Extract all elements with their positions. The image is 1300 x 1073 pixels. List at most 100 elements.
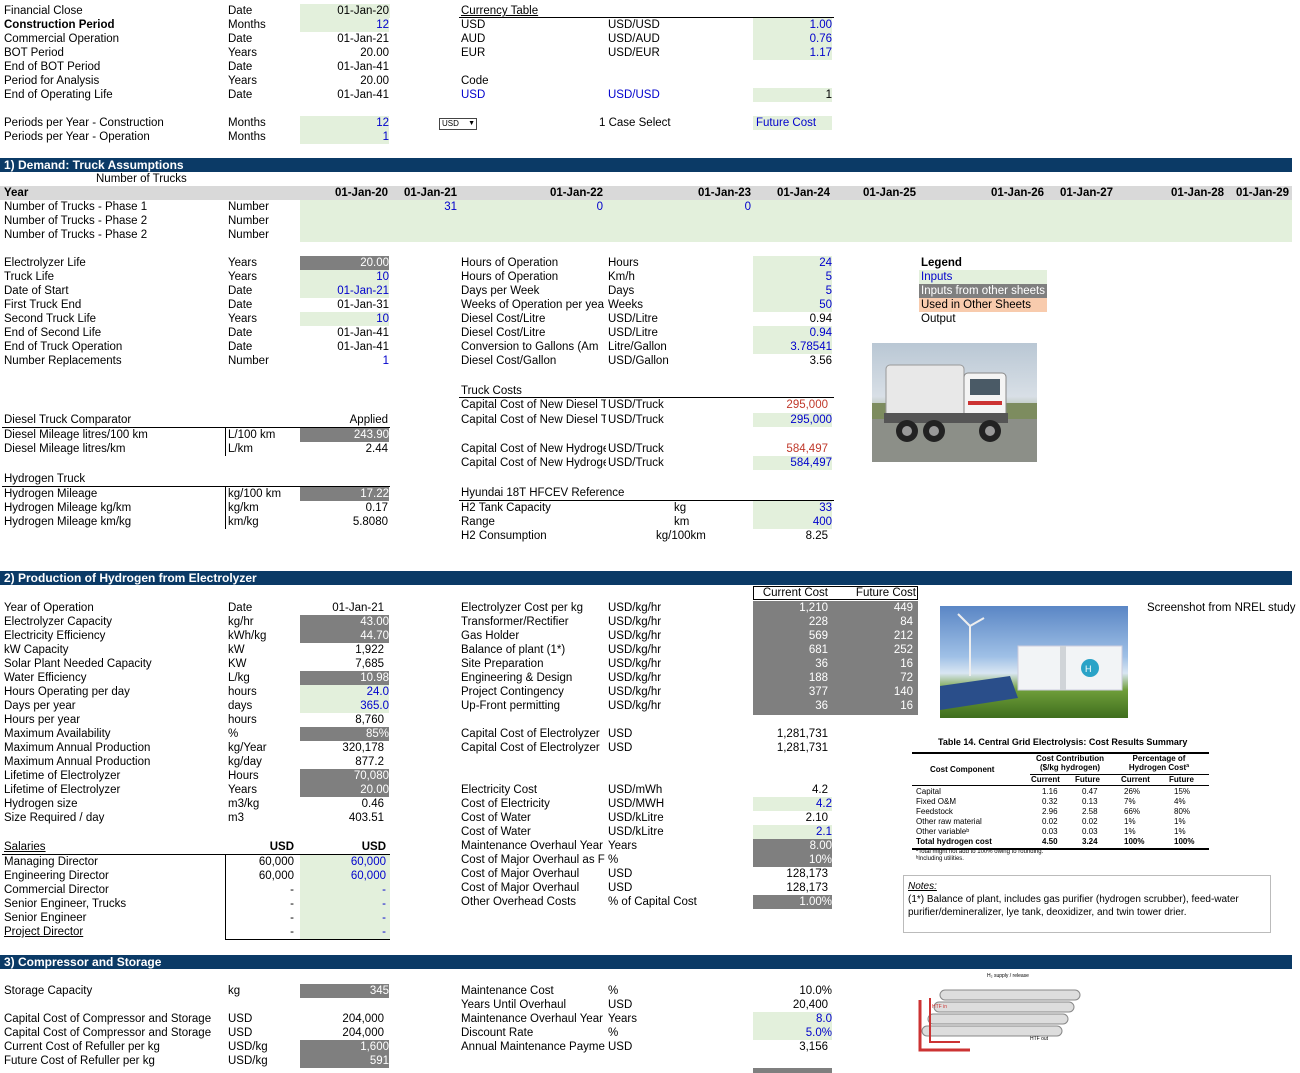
nrel-cost-table: Table 14. Central Grid Electrolysis: Cos… (912, 737, 1212, 867)
input[interactable]: 3.78541 (753, 340, 832, 354)
table14-cell: Capital (916, 787, 941, 796)
value-commercial-operation: 01-Jan-21 (337, 33, 389, 45)
case-select-input[interactable]: Future Cost (753, 116, 832, 130)
salary-input[interactable]: - (300, 925, 386, 939)
salary-input[interactable]: - (300, 911, 386, 925)
unit: Km/h (608, 271, 635, 283)
label: Cost of Major Overhaul (461, 882, 580, 894)
salary-value: - (290, 926, 294, 938)
input[interactable]: 4.2 (753, 797, 832, 811)
input-financial-close[interactable]: 01-Jan-20 (300, 4, 390, 18)
value: 01-Jan-41 (337, 327, 389, 339)
trucks-input[interactable]: 31 (390, 200, 457, 214)
unit: Days (608, 285, 635, 297)
current-cost-header: Current Cost (762, 587, 828, 599)
label-end-operating-life: End of Operating Life (4, 89, 113, 101)
salary-input[interactable]: - (300, 897, 386, 911)
input[interactable]: 8.0 (753, 1012, 832, 1026)
phase-label: Number of Trucks - Phase 1 (4, 201, 148, 213)
unit: Weeks (608, 299, 643, 311)
salary-input[interactable]: - (300, 883, 386, 897)
label: Hours of Operation (461, 271, 559, 283)
input[interactable]: 365.0 (300, 699, 389, 713)
input[interactable]: 33 (753, 501, 832, 515)
storage-tank-diagram: H₂ supply / release HTF in HTF out (910, 970, 1090, 1070)
cost-label: Site Preparation (461, 658, 544, 670)
input[interactable]: 584,497 (753, 456, 832, 470)
label-construction-period: Construction Period (4, 19, 115, 31)
label: End of Second Life (4, 327, 102, 339)
salary-label: Senior Engineer, Trucks (4, 898, 127, 910)
input[interactable]: 5 (753, 284, 832, 298)
input-currency-aud[interactable]: 0.76 (753, 32, 832, 46)
value: 1,922 (355, 644, 384, 656)
table14-cell: 1.16 (1042, 787, 1058, 796)
input[interactable]: 5 (753, 270, 832, 284)
input[interactable]: 400 (753, 515, 832, 529)
input-second-truck-life[interactable]: 10 (300, 312, 389, 326)
value: 877.2 (355, 756, 384, 768)
unit: Number (228, 355, 269, 367)
code-label: Code (461, 75, 489, 87)
table14-cell: 1% (1174, 817, 1186, 826)
salary-label: Managing Director (4, 856, 98, 868)
salary-input[interactable]: 60,000 (300, 855, 386, 869)
table14-cell: 1% (1124, 817, 1136, 826)
unit: Years (228, 257, 257, 269)
currency-dropdown[interactable]: USD ▼ (439, 118, 477, 130)
unit: USD/kg/hr (608, 672, 662, 684)
currency-pair: USD/USD (608, 19, 660, 31)
label: Future Cost of Refuller per kg (4, 1055, 155, 1067)
label: Cost of Major Overhaul as F (461, 854, 605, 866)
value: 128,173 (786, 882, 828, 894)
label: Electricity Cost (461, 784, 538, 796)
input-truck-life[interactable]: 10 (300, 270, 389, 284)
input[interactable]: 295,000 (753, 413, 832, 427)
future-cost-value: 449 (893, 602, 913, 614)
unit: Years (228, 784, 257, 796)
label: Second Truck Life (4, 313, 97, 325)
label: Cost of Major Overhaul (461, 868, 580, 880)
label: Electricity Efficiency (4, 630, 106, 642)
salary-value: - (290, 898, 294, 910)
unit: Date (228, 61, 253, 73)
input[interactable]: 50 (753, 298, 832, 312)
unit: Months (228, 131, 266, 143)
label: Hydrogen Mileage km/kg (4, 516, 132, 528)
phase-label: Number of Trucks - Phase 2 (4, 215, 148, 227)
unit: kW (228, 644, 245, 656)
input[interactable]: 5.0% (753, 1026, 832, 1040)
label: Weeks of Operation per yea (461, 299, 604, 311)
unit: kg/100km (656, 530, 706, 542)
input[interactable]: 0.94 (753, 326, 832, 340)
unit: kg/day (228, 756, 262, 768)
input[interactable]: 24.0 (300, 685, 389, 699)
input[interactable]: 2.1 (753, 825, 832, 839)
unit: Months (228, 117, 266, 129)
salary-input[interactable]: 60,000 (300, 869, 386, 883)
value: 1,281,731 (776, 728, 828, 740)
trucks-input[interactable]: 0 (605, 200, 751, 214)
input-currency-eur[interactable]: 1.17 (753, 46, 832, 60)
value: 20,400 (792, 999, 828, 1011)
unit: KW (228, 658, 247, 670)
label: Year of Operation (4, 602, 94, 614)
label: Capital Cost of New Hydroge (461, 443, 606, 455)
current-cost-value: 1,210 (799, 602, 828, 614)
input-date-start[interactable]: 01-Jan-21 (300, 284, 389, 298)
input-periods-operation[interactable]: 1 (300, 130, 389, 144)
input[interactable]: 24 (753, 256, 832, 270)
input-currency-usd[interactable]: 1.00 (753, 18, 832, 32)
label: Days per Week (461, 285, 540, 297)
label: Cost of Water (461, 826, 531, 838)
label: Number Replacements (4, 355, 122, 367)
diagram-label: HTF in (932, 1004, 947, 1010)
currency-pair: USD/EUR (608, 47, 660, 59)
truck-costs-title: Truck Costs (461, 385, 522, 397)
input-periods-construction[interactable]: 12 (300, 116, 389, 130)
value: 7,685 (355, 658, 384, 670)
value: 01-Jan-41 (337, 341, 389, 353)
trucks-input[interactable]: 0 (460, 200, 603, 214)
input-construction-period[interactable]: 12 (300, 18, 389, 32)
unit: Years (608, 840, 637, 852)
